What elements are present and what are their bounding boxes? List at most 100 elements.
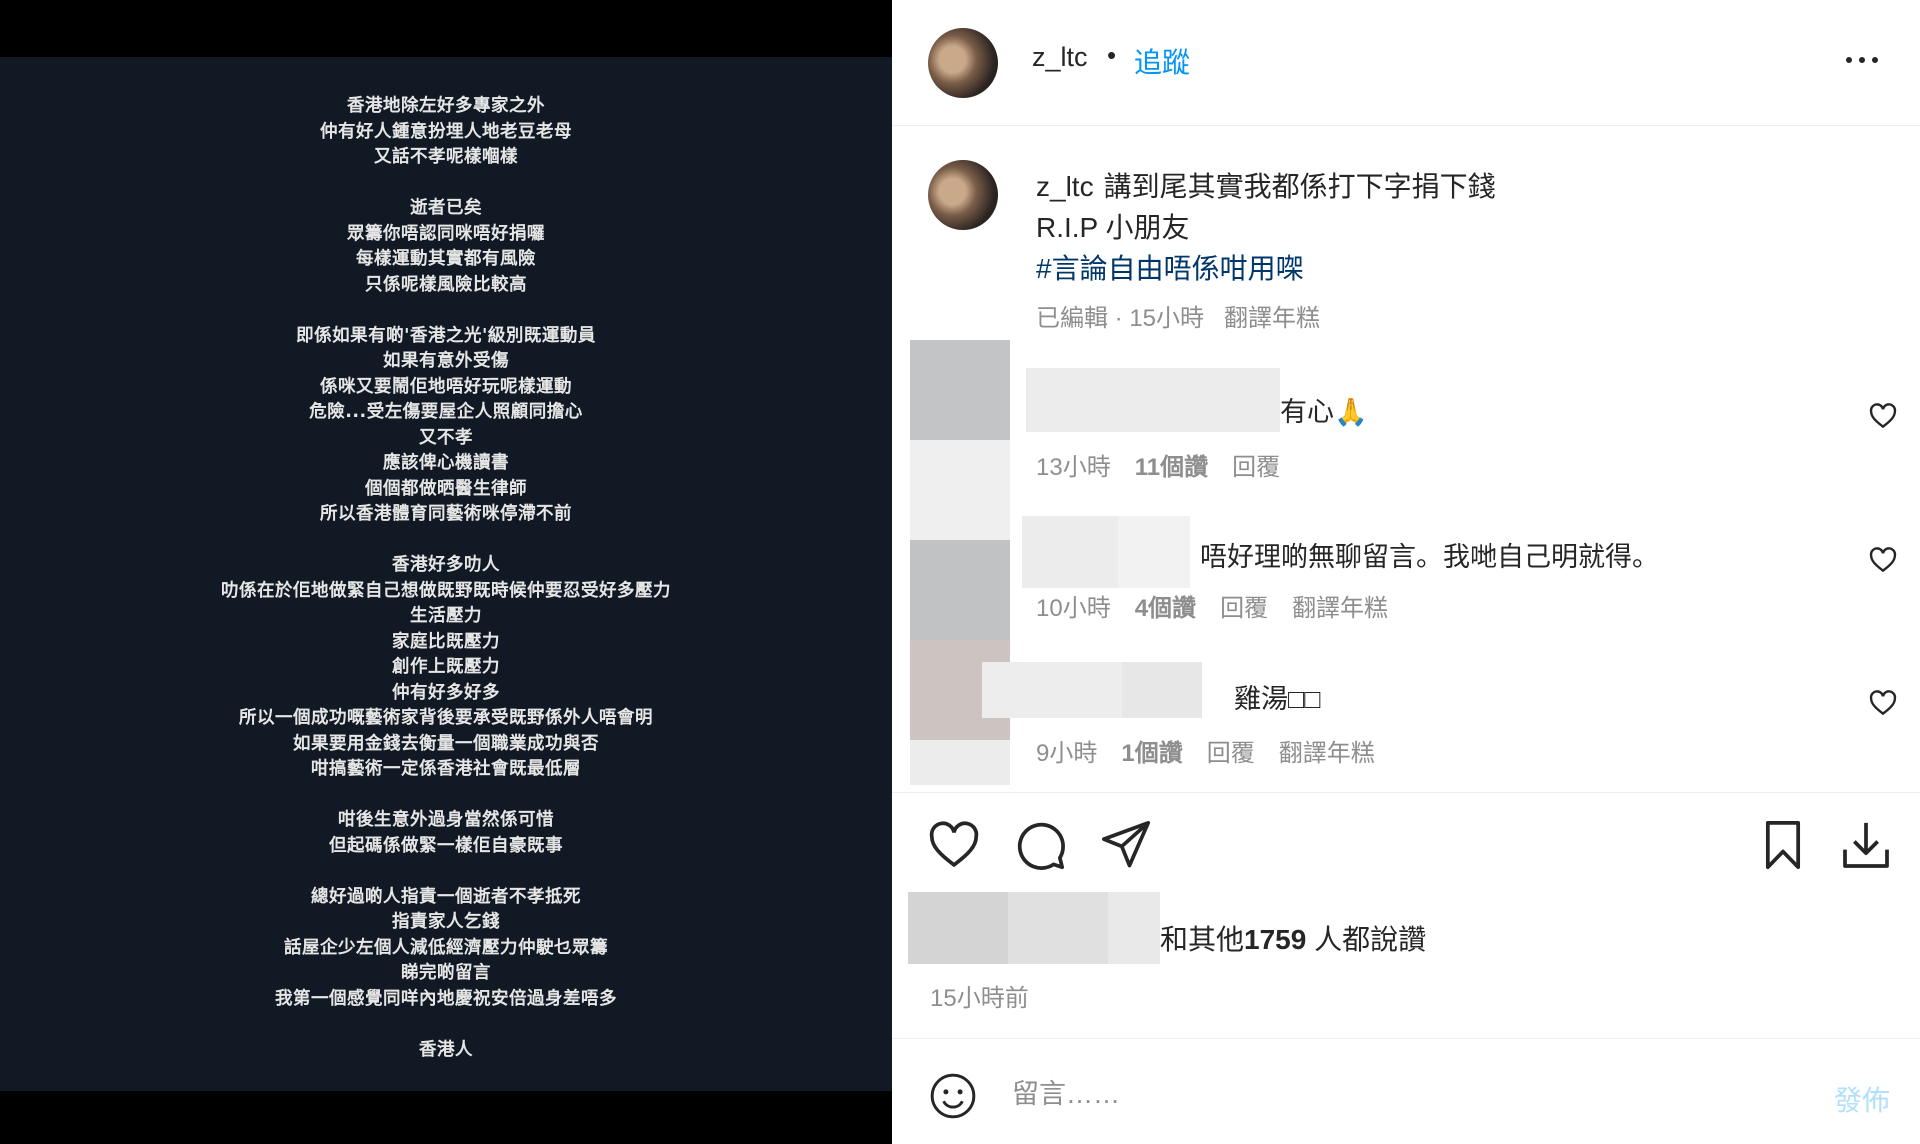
likes-count: 1759 <box>1244 924 1307 955</box>
comment-time: 13小時 <box>1036 454 1111 481</box>
blurred-avatar <box>910 740 1010 785</box>
image-text-line: 如果有意外受傷 <box>383 351 509 371</box>
post-panel: z_ltc • 追蹤 z_ltc 講到尾其實我都係打下字捐下錢 R.I.P 小朋友… <box>892 0 1920 1144</box>
comment-like-icon[interactable] <box>1868 401 1898 431</box>
download-icon[interactable] <box>1838 817 1894 873</box>
comment-icon[interactable] <box>1012 817 1068 873</box>
author-username[interactable]: z_ltc <box>1032 42 1088 73</box>
blurred-username <box>982 662 1122 718</box>
image-text-line: 生活壓力 <box>410 606 482 626</box>
blurred-liker <box>1008 892 1108 964</box>
blurred-username <box>1122 662 1202 718</box>
image-text-line: 家庭比既壓力 <box>392 631 500 652</box>
image-text-line: 所以香港體育同藝術咪停滯不前 <box>320 504 572 524</box>
post-caption: z_ltc 講到尾其實我都係打下字捐下錢 R.I.P 小朋友 #言論自由唔係咁用㗎 <box>1036 166 1856 289</box>
image-text-line: 但起碼係做緊一樣佢自豪既事 <box>329 835 563 856</box>
more-options-icon[interactable] <box>1842 38 1882 78</box>
caption-username[interactable]: z_ltc <box>1036 171 1094 202</box>
caption-translate-link[interactable]: 翻譯年糕 <box>1224 305 1320 332</box>
image-text-blank-line <box>0 783 892 809</box>
comment-text: 有心🙏 <box>1280 397 1368 427</box>
follow-button[interactable]: 追蹤 <box>1134 41 1190 81</box>
blurred-username <box>1118 516 1190 588</box>
image-text-line: 仲有好人鍾意扮埋人地老豆老母 <box>320 121 572 142</box>
author-avatar[interactable] <box>928 28 998 98</box>
header-separator: • <box>1107 40 1117 70</box>
comment-likes[interactable]: 1個讚 <box>1121 740 1182 767</box>
likes-summary[interactable]: 和其他1759 人都說讚 <box>1160 918 1426 958</box>
image-text-line: 逝者已矣 <box>410 198 482 218</box>
comment-translate-link[interactable]: 翻譯年糕 <box>1292 595 1388 622</box>
image-text-line: 話屋企少左個人減低經濟壓力仲駛乜眾籌 <box>284 937 608 958</box>
caption-edited-time: 已編輯 · 15小時 <box>1036 305 1205 332</box>
comment-reply-button[interactable]: 回覆 <box>1207 740 1255 767</box>
image-text-line: 叻係在於佢地做緊自己想做既野既時候仲要忍受好多壓力 <box>221 580 671 601</box>
comment-reply-button[interactable]: 回覆 <box>1232 454 1280 481</box>
image-text-line: 香港人 <box>419 1039 473 1060</box>
comment-reply-button[interactable]: 回覆 <box>1220 595 1268 622</box>
heart-icon[interactable] <box>926 817 982 873</box>
blurred-username <box>1022 516 1118 588</box>
image-text-line: 總好過啲人指責一個逝者不孝抵死 <box>311 886 581 907</box>
comment-meta: 10小時 4個讚 回覆 翻譯年糕 <box>1036 588 1412 623</box>
comment-time: 9小時 <box>1036 740 1098 767</box>
image-text-line: 香港好多叻人 <box>392 555 500 575</box>
post-header: z_ltc • 追蹤 <box>892 0 1920 126</box>
image-text-line: 創作上既壓力 <box>392 657 500 677</box>
comment-translate-link[interactable]: 翻譯年糕 <box>1279 740 1375 767</box>
image-text-blank-line <box>0 528 892 554</box>
caption-meta: 已編輯 · 15小時 翻譯年糕 <box>1036 298 1320 333</box>
image-text-line: 只係呢樣風險比較高 <box>365 274 527 295</box>
comment-like-icon[interactable] <box>1868 688 1898 718</box>
image-text-line: 又不孝 <box>419 427 473 448</box>
image-text-line: 危險...受左傷要屋企人照顧同擔心 <box>309 402 583 422</box>
bookmark-icon[interactable] <box>1755 817 1811 873</box>
image-text-line: 即係如果有啲'香港之光'級別既運動員 <box>296 325 596 346</box>
comment-text: 雞湯□□ <box>1234 684 1321 714</box>
comment-input[interactable] <box>1012 1069 1772 1119</box>
comment-likes[interactable]: 11個讚 <box>1135 454 1208 481</box>
image-text-line: 如果要用金錢去衡量一個職業成功與否 <box>293 733 599 754</box>
post-media: 香港地除左好多專家之外 仲有好人鍾意扮埋人地老豆老母 又話不孝呢樣嗰樣 逝者已矣 眾籌你… <box>0 0 892 1144</box>
comment-like-icon[interactable] <box>1868 545 1898 575</box>
post-image-text: 香港地除左好多專家之外 仲有好人鍾意扮埋人地老豆老母 又話不孝呢樣嗰樣 逝者已矣 眾籌你… <box>0 94 892 1063</box>
likes-prefix: 和其他 <box>1160 924 1245 955</box>
caption-hashtag[interactable]: #言論自由唔係咁用㗎 <box>1036 248 1856 289</box>
post-timestamp[interactable]: 15小時前 <box>930 978 1029 1013</box>
caption-line-2: R.I.P 小朋友 <box>1036 212 1190 243</box>
blurred-avatar <box>910 540 1010 640</box>
image-text-blank-line <box>0 1012 892 1038</box>
image-text-line: 眾籌你唔認同咪唔好捐囉 <box>347 223 545 244</box>
comment-meta: 13小時 11個讚 回覆 <box>1036 447 1304 482</box>
blurred-username <box>1026 368 1280 432</box>
emoji-icon[interactable] <box>928 1071 978 1121</box>
caption-line-1: 講到尾其實我都係打下字捐下錢 <box>1103 171 1496 202</box>
post-image[interactable]: 香港地除左好多專家之外 仲有好人鍾意扮埋人地老豆老母 又話不孝呢樣嗰樣 逝者已矣 眾籌你… <box>0 57 892 1091</box>
image-text-line: 係咪又要鬧佢地唔好玩呢樣運動 <box>320 376 572 397</box>
image-text-blank-line <box>0 171 892 197</box>
image-text-line: 應該俾心機讀書 <box>383 453 509 473</box>
image-text-line: 每樣運動其實都有風險 <box>356 249 536 269</box>
post-comment-button[interactable]: 發佈 <box>1834 1079 1890 1119</box>
image-text-line: 咁搞藝術一定係香港社會既最低層 <box>311 759 581 779</box>
caption-avatar[interactable] <box>928 160 998 230</box>
image-text-line: 我第一個感覺同咩內地慶祝安倍過身差唔多 <box>275 988 617 1009</box>
comment-bar: 發佈 <box>892 1038 1920 1144</box>
comment-text: 唔好理啲無聊留言。我哋自己明就得。 <box>1200 542 1659 572</box>
blurred-avatar <box>910 440 1010 540</box>
image-text-blank-line <box>0 298 892 324</box>
app-root: 香港地除左好多專家之外 仲有好人鍾意扮埋人地老豆老母 又話不孝呢樣嗰樣 逝者已矣 眾籌你… <box>0 0 1920 1144</box>
image-text-line: 指責家人乞錢 <box>392 912 500 932</box>
blurred-avatar <box>910 340 1010 440</box>
image-text-line: 所以一個成功嘅藝術家背後要承受既野係外人唔會明 <box>239 708 653 728</box>
image-text-line: 咁後生意外過身當然係可惜 <box>338 810 554 830</box>
blurred-liker <box>1108 892 1160 964</box>
image-text-line: 仲有好多好多 <box>392 682 500 703</box>
image-text-line: 香港地除左好多專家之外 <box>347 96 545 116</box>
blurred-liker <box>908 892 1008 964</box>
comment-meta: 9小時 1個讚 回覆 翻譯年糕 <box>1036 733 1399 768</box>
image-text-line: 睇完啲留言 <box>401 963 491 983</box>
comment-likes[interactable]: 4個讚 <box>1135 595 1196 622</box>
send-icon[interactable] <box>1098 817 1154 873</box>
likes-suffix: 人都說讚 <box>1306 924 1427 955</box>
